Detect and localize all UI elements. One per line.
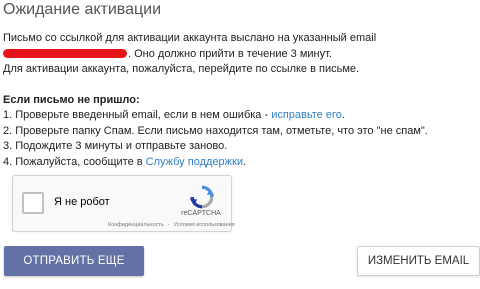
support-link[interactable]: Службу поддержки [146,156,243,168]
recaptcha-widget: Я не робот reCAPTCHA Конфиденциальность -… [12,175,235,232]
message-line-3: Для активации аккаунта, пожалуйста, пере… [3,63,360,75]
redacted-email [3,48,127,58]
recaptcha-label: Я не робот [54,196,110,208]
message-line-2-text: . Оно должно прийти в течение 3 минут. [128,47,332,60]
recaptcha-logo-icon [189,185,215,209]
links-separator: - [167,222,170,228]
activation-message: Письмо со ссылкой для активации аккаунта… [3,31,428,170]
help-item-4-end: . [242,155,247,168]
terms-link[interactable]: Условия использования [174,222,235,228]
help-item-2: 2. Проверьте папку Спам. Если письмо нах… [3,124,428,137]
help-item-4-text: 4. Пожалуйста, сообщите в [3,155,146,168]
page-title: Ожидание активации [3,1,162,18]
fix-email-link[interactable]: исправьте его [271,109,342,121]
help-item-3: 3. Подождите 3 минуты и отправьте заново… [3,140,228,152]
recaptcha-links: Конфиденциальность - Условия использования [108,222,239,228]
help-item-1: 1. Проверьте введенный email, если в нем… [3,108,428,124]
privacy-link[interactable]: Конфиденциальность [108,222,164,228]
change-email-button[interactable]: ИЗМЕНИТЬ EMAIL [357,246,480,276]
help-item-4: 4. Пожалуйста, сообщите в Службу поддерж… [3,155,428,171]
help-item-1-text: 1. Проверьте введенный email, если в нем… [3,109,272,121]
recaptcha-brand: reCAPTCHA [181,210,221,217]
help-item-1-end: . [341,109,345,121]
message-line-2: . Оно должно прийти в течение 3 минут. [3,47,428,63]
help-heading: Если письмо не пришло: [3,93,140,106]
message-line-1: Письмо со ссылкой для активации аккаунта… [3,32,377,44]
resend-button[interactable]: ОТПРАВИТЬ ЕЩЕ [4,246,144,276]
recaptcha-checkbox[interactable] [22,192,44,214]
